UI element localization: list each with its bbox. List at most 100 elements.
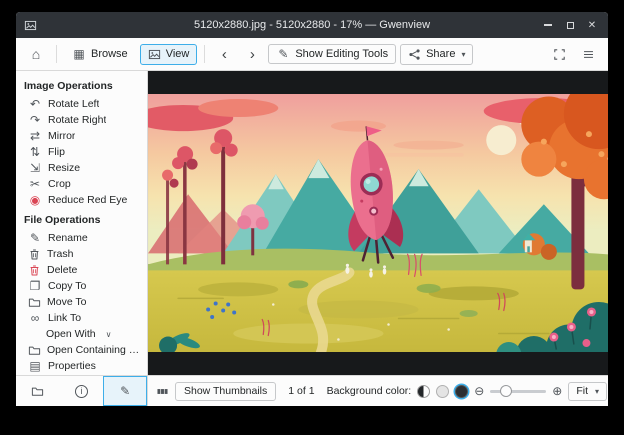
- sidebar-item-label: Reduce Red Eye: [48, 193, 128, 206]
- sidebar-item-rename[interactable]: ✎ Rename: [16, 230, 147, 246]
- fullscreen-button[interactable]: [547, 44, 572, 65]
- show-editing-tools-label: Show Editing Tools: [295, 48, 389, 60]
- chevron-down-icon: ▾: [461, 49, 466, 59]
- tab-information[interactable]: i: [60, 376, 104, 406]
- info-icon: i: [75, 384, 88, 398]
- sidebar-item-resize[interactable]: ⇲ Resize: [16, 160, 147, 176]
- thumbnails-icon: [156, 385, 169, 398]
- main-toolbar: ⌂ ▦ Browse View ‹ › ✎ Show Editing Tools…: [16, 38, 608, 71]
- share-icon: [408, 48, 421, 61]
- view-mode-button[interactable]: View: [139, 43, 198, 65]
- sidebar-item-reduce-red-eye[interactable]: ◉ Reduce Red Eye: [16, 192, 147, 208]
- section-title-image-operations: Image Operations: [24, 80, 113, 92]
- sidebar-item-label: Rotate Right: [48, 113, 107, 126]
- crop-icon: ✂: [29, 177, 41, 191]
- sidebar-item-open-with[interactable]: Open With ∨: [16, 326, 147, 342]
- back-icon: ‹: [221, 45, 227, 63]
- viewed-image: [148, 93, 608, 353]
- toolbar-separator: [56, 45, 57, 63]
- show-editing-tools-button[interactable]: ✎ Show Editing Tools: [268, 44, 397, 64]
- resize-icon: ⇲: [29, 161, 41, 175]
- image-view-area[interactable]: [148, 71, 608, 375]
- sidebar-item-label: Crop: [48, 177, 71, 190]
- sidebar-item-flip[interactable]: ⇅ Flip: [16, 144, 147, 160]
- sidebar-item-label: Move To: [47, 295, 87, 308]
- view-label: View: [165, 48, 190, 60]
- share-button[interactable]: Share ▾: [400, 43, 474, 65]
- tab-folders[interactable]: [16, 376, 60, 406]
- zoom-slider-handle[interactable]: [500, 385, 513, 397]
- statusbar: Show Thumbnails 1 of 1 Background color:…: [148, 376, 608, 406]
- pencil-icon: ✎: [278, 47, 289, 61]
- section-title-file-operations: File Operations: [24, 214, 101, 226]
- home-button[interactable]: ⌂: [23, 43, 49, 65]
- zoom-slider[interactable]: [490, 385, 547, 397]
- background-dark-swatch[interactable]: [455, 384, 469, 398]
- sidebar-item-label: Rotate Left: [48, 97, 100, 110]
- sidebar-item-crop[interactable]: ✂ Crop: [16, 176, 147, 192]
- sidebar-item-trash[interactable]: Trash: [16, 246, 147, 262]
- sidebar-item-link-to[interactable]: ∞ Link To: [16, 310, 147, 326]
- show-thumbnails-label: Show Thumbnails: [184, 385, 268, 397]
- hamburger-menu-icon: [582, 48, 595, 61]
- properties-icon: ▤: [29, 359, 41, 373]
- show-thumbnails-button[interactable]: Show Thumbnails: [175, 381, 277, 401]
- page-indicator: 1 of 1: [288, 385, 315, 397]
- sidebar-item-delete[interactable]: Delete: [16, 262, 147, 278]
- gwenview-app-icon: [24, 19, 37, 32]
- sidebar-item-move-to[interactable]: Move To: [16, 294, 147, 310]
- background-light-swatch[interactable]: [436, 384, 450, 398]
- move-to-icon: [28, 296, 41, 309]
- zoom-mode-select[interactable]: Fit ▾: [568, 381, 608, 401]
- sidebar-item-label: Mirror: [48, 129, 76, 142]
- zoom-mode-value: Fit: [576, 385, 588, 397]
- chevron-down-icon: ∨: [105, 329, 112, 339]
- sidebar-item-rotate-right[interactable]: ↷ Rotate Right: [16, 112, 147, 128]
- sidebar-item-label: Delete: [47, 263, 78, 276]
- sidebar-item-properties[interactable]: ▤ Properties: [16, 358, 147, 374]
- rotate-left-icon: ↶: [29, 97, 41, 111]
- sidebar-item-rotate-left[interactable]: ↶ Rotate Left: [16, 96, 147, 112]
- sidebar-item-label: Trash: [47, 247, 74, 260]
- titlebar[interactable]: 5120x2880.jpg - 5120x2880 - 17% — Gwenvi…: [16, 12, 608, 38]
- sidebar-item-label: Rename: [48, 231, 88, 244]
- gwenview-window: 5120x2880.jpg - 5120x2880 - 17% — Gwenvi…: [16, 12, 608, 406]
- sidebar-item-copy-to[interactable]: ❐ Copy To: [16, 278, 147, 294]
- sidebar-item-label: Open Containing Folder: [47, 343, 141, 356]
- sidebar-item-label: Resize: [48, 161, 81, 174]
- menu-button[interactable]: [576, 44, 601, 65]
- sidebar-item-mirror[interactable]: ⇄ Mirror: [16, 128, 147, 144]
- browse-label: Browse: [91, 48, 128, 60]
- toolbar-separator: [204, 45, 206, 63]
- zoom-out-icon[interactable]: ⊖: [474, 385, 484, 397]
- chevron-down-icon: ▾: [595, 386, 600, 396]
- rename-icon: ✎: [29, 231, 41, 245]
- tab-operations[interactable]: ✎: [103, 376, 148, 406]
- browse-mode-button[interactable]: ▦ Browse: [64, 44, 136, 64]
- sidebar-item-open-containing-folder[interactable]: Open Containing Folder: [16, 342, 147, 358]
- background-color-label: Background color:: [326, 385, 412, 397]
- sidebar-item-label: Flip: [48, 145, 65, 158]
- sidebar-item-label: Link To: [48, 311, 82, 324]
- fullscreen-icon: [553, 48, 566, 61]
- bottom-bar: i ✎ Show Thumbnails 1 of 1 Background co…: [16, 375, 608, 406]
- folder-icon: [28, 344, 41, 357]
- copy-icon: ❐: [29, 279, 41, 293]
- red-eye-icon: ◉: [29, 193, 41, 207]
- forward-button[interactable]: ›: [240, 43, 264, 66]
- sidebar-item-label: Properties: [48, 359, 96, 372]
- folder-icon: [31, 385, 44, 398]
- maximize-button[interactable]: [562, 17, 578, 33]
- flip-icon: ⇅: [29, 145, 41, 159]
- image-icon: [148, 48, 161, 61]
- zoom-in-icon[interactable]: ⊕: [552, 385, 562, 397]
- home-icon: ⌂: [31, 46, 41, 62]
- window-title: 5120x2880.jpg - 5120x2880 - 17% — Gwenvi…: [193, 19, 431, 31]
- background-auto-swatch[interactable]: [417, 384, 431, 398]
- sidebar-tabs: i ✎: [16, 376, 148, 406]
- sidebar-item-label: Open With: [46, 327, 96, 340]
- back-button[interactable]: ‹: [212, 43, 236, 66]
- close-button[interactable]: ✕: [584, 17, 600, 33]
- browse-icon: ▦: [73, 47, 85, 61]
- mirror-icon: ⇄: [29, 129, 41, 143]
